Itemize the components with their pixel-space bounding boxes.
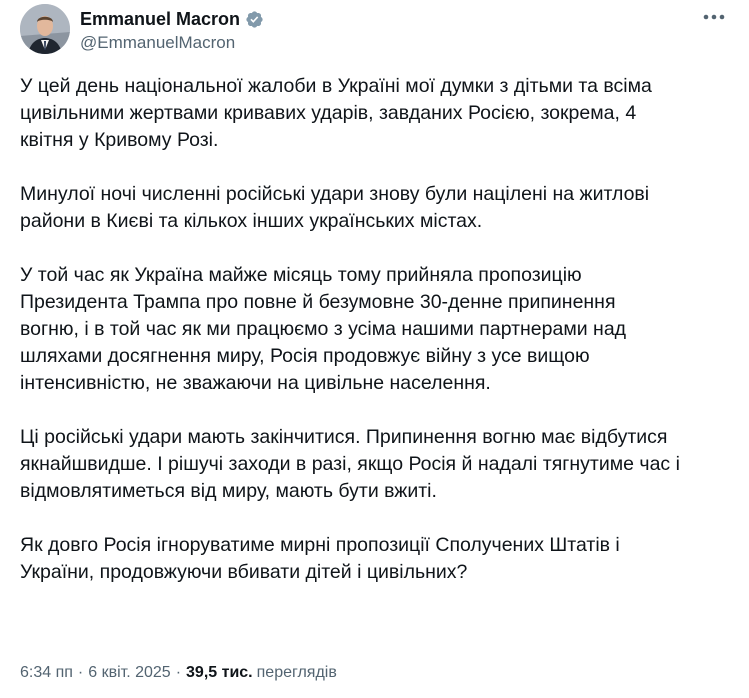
avatar[interactable] [20,4,70,54]
views-count: 39,5 тис. [186,664,253,681]
tweet-card: Emmanuel Macron @EmmanuelMacron У цей де… [0,0,749,698]
meta-separator: · [175,664,182,681]
tweet-paragraph: Минулої ночі численні російські удари зн… [20,183,650,232]
tweet-text: У цей день національної жалоби в Україні… [20,73,732,613]
tweet-time[interactable]: 6:34 пп [20,664,73,682]
views-label: переглядів [256,664,337,681]
more-horizontal-icon [703,14,725,20]
tweet-paragraph: У той час як Україна майже місяць тому п… [20,264,627,394]
author-handle[interactable]: @EmmanuelMacron [80,33,264,53]
tweet-paragraph: Ці російські удари мають закінчитися. Пр… [20,426,680,502]
verified-badge-icon[interactable] [245,10,264,29]
avatar-image [20,4,70,54]
tweet-meta: 6:34 пп · 6 квіт. 2025 · 39,5 тис. перег… [20,664,337,682]
tweet-paragraph: У цей день національної жалоби в Україні… [20,75,652,151]
author-block: Emmanuel Macron @EmmanuelMacron [80,8,264,53]
more-options-button[interactable] [701,6,727,28]
name-row: Emmanuel Macron [80,8,264,30]
author-name[interactable]: Emmanuel Macron [80,9,240,30]
tweet-paragraph: Як довго Росія ігноруватиме мирні пропоз… [20,534,620,583]
meta-separator: · [77,664,84,681]
tweet-date[interactable]: 6 квіт. 2025 [88,664,170,682]
